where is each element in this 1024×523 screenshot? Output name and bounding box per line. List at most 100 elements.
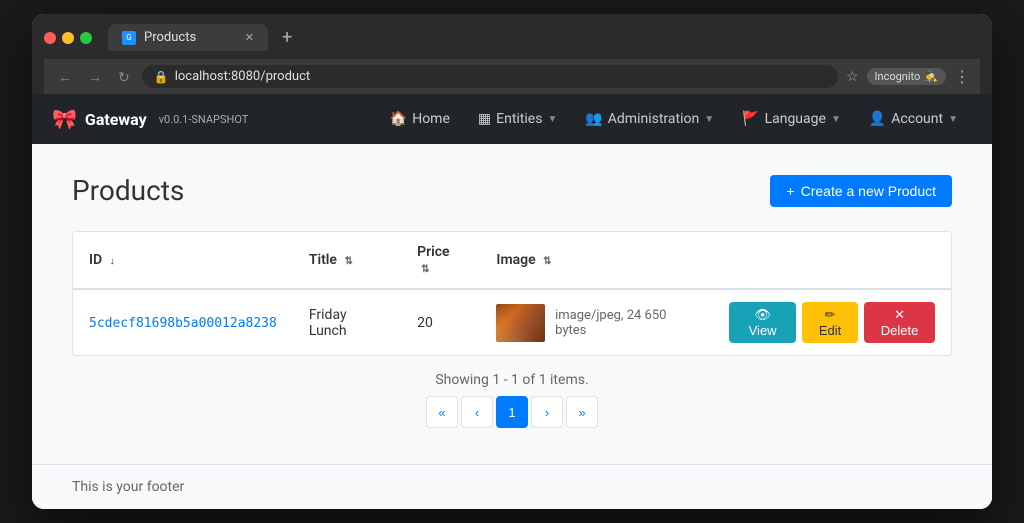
edit-button[interactable]: ✏ Edit bbox=[802, 302, 858, 343]
nav-label-entities: Entities bbox=[496, 111, 542, 127]
tab-close-button[interactable]: ✕ bbox=[245, 31, 254, 44]
table-body: 5cdecf81698b5a00012a8238 Friday Lunch 20… bbox=[73, 289, 951, 355]
language-dropdown-icon: ▼ bbox=[831, 114, 841, 125]
new-tab-button[interactable]: + bbox=[276, 29, 298, 47]
view-button[interactable]: 👁 View bbox=[729, 302, 796, 343]
page-title: Products bbox=[72, 174, 184, 207]
action-buttons: 👁 View ✏ Edit ✕ Delete bbox=[729, 302, 935, 343]
col-image-label: Image bbox=[496, 252, 535, 268]
pagination-last-button[interactable]: » bbox=[566, 396, 598, 428]
close-traffic-light[interactable] bbox=[44, 32, 56, 44]
nav-link-account[interactable]: 👤 Account ▼ bbox=[855, 97, 972, 141]
cell-price: 20 bbox=[401, 289, 480, 355]
col-header-actions bbox=[713, 232, 951, 289]
nav-link-language[interactable]: 🚩 Language ▼ bbox=[728, 97, 855, 141]
addressbar-actions: ☆ Incognito 🕵 ⋮ bbox=[846, 67, 970, 86]
footer-text: This is your footer bbox=[72, 479, 184, 495]
address-url: localhost:8080/product bbox=[175, 69, 310, 84]
nav-link-home[interactable]: 🏠 Home bbox=[376, 97, 464, 141]
nav-item-account: 👤 Account ▼ bbox=[855, 97, 972, 141]
col-price-sort-icon: ⇅ bbox=[421, 264, 429, 275]
brand-version: v0.0.1-SNAPSHOT bbox=[159, 113, 249, 126]
nav-label-account: Account bbox=[891, 111, 943, 127]
create-label: Create a new Product bbox=[801, 183, 936, 199]
tab-title: Products bbox=[144, 30, 196, 45]
table-row: 5cdecf81698b5a00012a8238 Friday Lunch 20… bbox=[73, 289, 951, 355]
col-id-sort-icon: ↓ bbox=[110, 256, 115, 267]
nav-item-language: 🚩 Language ▼ bbox=[728, 97, 855, 141]
col-header-image[interactable]: Image ⇅ bbox=[480, 232, 713, 289]
create-product-button[interactable]: + Create a new Product bbox=[770, 175, 952, 207]
col-header-title[interactable]: Title ⇅ bbox=[293, 232, 401, 289]
cell-id: 5cdecf81698b5a00012a8238 bbox=[73, 289, 293, 355]
nav-item-administration: 👥 Administration ▼ bbox=[571, 97, 728, 141]
language-icon: 🚩 bbox=[742, 111, 759, 127]
browser-addressbar: ← → ↻ 🔒 localhost:8080/product ☆ Incogni… bbox=[44, 59, 980, 94]
home-icon: 🏠 bbox=[390, 111, 407, 127]
pagination-next-button[interactable]: › bbox=[531, 396, 563, 428]
pagination-prev-button[interactable]: ‹ bbox=[461, 396, 493, 428]
nav-link-entities[interactable]: ▦ Entities ▼ bbox=[464, 97, 571, 141]
minimize-traffic-light[interactable] bbox=[62, 32, 74, 44]
col-image-sort-icon: ⇅ bbox=[543, 256, 551, 267]
entities-dropdown-icon: ▼ bbox=[547, 114, 557, 125]
col-id-label: ID bbox=[89, 252, 102, 268]
nav-label-administration: Administration bbox=[608, 111, 699, 127]
cell-actions: 👁 View ✏ Edit ✕ Delete bbox=[713, 289, 951, 355]
product-id-link[interactable]: 5cdecf81698b5a00012a8238 bbox=[89, 316, 277, 331]
administration-dropdown-icon: ▼ bbox=[704, 114, 714, 125]
incognito-icon: 🕵 bbox=[924, 70, 938, 83]
pagination-first-button[interactable]: « bbox=[426, 396, 458, 428]
browser-menu-button[interactable]: ⋮ bbox=[954, 67, 970, 86]
browser-window: G Products ✕ + ← → ↻ 🔒 localhost:8080/pr… bbox=[32, 14, 992, 509]
traffic-lights bbox=[44, 32, 92, 44]
browser-chrome: G Products ✕ + ← → ↻ 🔒 localhost:8080/pr… bbox=[32, 14, 992, 94]
nav-label-language: Language bbox=[765, 111, 826, 127]
pagination-section: Showing 1 - 1 of 1 items. « ‹ 1 › » bbox=[72, 372, 952, 428]
nav-item-entities: ▦ Entities ▼ bbox=[464, 97, 571, 141]
pagination-info: Showing 1 - 1 of 1 items. bbox=[72, 372, 952, 388]
image-info: image/jpeg, 24 650 bytes bbox=[555, 308, 697, 338]
nav-link-administration[interactable]: 👥 Administration ▼ bbox=[571, 97, 728, 141]
administration-icon: 👥 bbox=[585, 111, 602, 127]
navbar-nav: 🏠 Home ▦ Entities ▼ 👥 Administration bbox=[376, 97, 972, 141]
col-header-price[interactable]: Price ⇅ bbox=[401, 232, 480, 289]
forward-button[interactable]: → bbox=[84, 68, 106, 86]
bookmark-icon[interactable]: ☆ bbox=[846, 69, 859, 85]
navbar-brand[interactable]: 🎀 Gateway v0.0.1-SNAPSHOT bbox=[52, 107, 248, 131]
cell-image: image/jpeg, 24 650 bytes bbox=[480, 289, 713, 355]
account-dropdown-icon: ▼ bbox=[948, 114, 958, 125]
entities-icon: ▦ bbox=[478, 111, 491, 127]
nav-label-home: Home bbox=[412, 111, 450, 127]
col-title-sort-icon: ⇅ bbox=[344, 256, 352, 267]
account-icon: 👤 bbox=[869, 111, 886, 127]
col-header-id[interactable]: ID ↓ bbox=[73, 232, 293, 289]
products-table: ID ↓ Title ⇅ Price ⇅ bbox=[73, 232, 951, 355]
table-header-row: ID ↓ Title ⇅ Price ⇅ bbox=[73, 232, 951, 289]
browser-titlebar: G Products ✕ + bbox=[44, 24, 980, 51]
browser-tab[interactable]: G Products ✕ bbox=[108, 24, 268, 51]
pagination-controls: « ‹ 1 › » bbox=[72, 396, 952, 428]
incognito-label: Incognito bbox=[875, 70, 921, 83]
delete-button[interactable]: ✕ Delete bbox=[864, 302, 935, 343]
page-header: Products + Create a new Product bbox=[72, 174, 952, 207]
maximize-traffic-light[interactable] bbox=[80, 32, 92, 44]
back-button[interactable]: ← bbox=[54, 68, 76, 86]
col-title-label: Title bbox=[309, 252, 337, 268]
incognito-badge: Incognito 🕵 bbox=[867, 68, 947, 85]
tab-favicon: G bbox=[122, 31, 136, 45]
create-icon: + bbox=[786, 183, 794, 199]
image-cell: image/jpeg, 24 650 bytes bbox=[496, 304, 697, 342]
col-price-label: Price bbox=[417, 244, 450, 260]
brand-logo-icon: 🎀 bbox=[52, 107, 77, 131]
pagination-current-button[interactable]: 1 bbox=[496, 396, 528, 428]
product-image-thumbnail bbox=[496, 304, 545, 342]
products-table-container: ID ↓ Title ⇅ Price ⇅ bbox=[72, 231, 952, 356]
app-navbar: 🎀 Gateway v0.0.1-SNAPSHOT 🏠 Home ▦ Entit… bbox=[32, 94, 992, 144]
refresh-button[interactable]: ↻ bbox=[114, 68, 134, 86]
address-box[interactable]: 🔒 localhost:8080/product bbox=[142, 65, 838, 88]
main-content: Products + Create a new Product ID ↓ bbox=[32, 144, 992, 464]
lock-icon: 🔒 bbox=[154, 70, 169, 84]
nav-item-home: 🏠 Home bbox=[376, 97, 464, 141]
app-footer: This is your footer bbox=[32, 464, 992, 509]
